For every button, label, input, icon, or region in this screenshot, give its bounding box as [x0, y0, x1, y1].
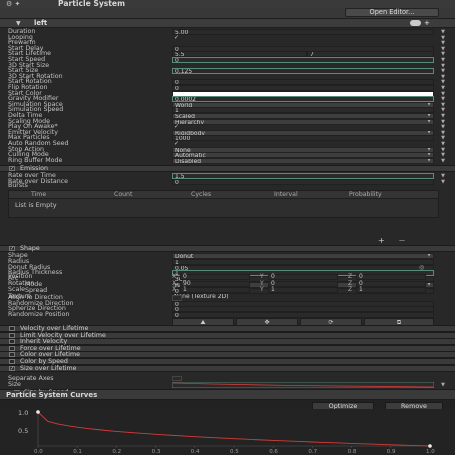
bursts-col-probability: Probability: [349, 191, 382, 198]
x-tick-label: 1.0: [426, 449, 435, 455]
y-tick-mid: 0.5: [18, 427, 28, 435]
scale-z-field[interactable]: 1: [356, 287, 426, 293]
module-size-over-lifetime[interactable]: ✓ Size over Lifetime: [0, 364, 455, 372]
row-rotation: Rotation X 90 Y 0 Z 0: [0, 280, 455, 287]
ring-buffer-mode-value: Disabled: [175, 157, 202, 164]
particle-system-name: left: [34, 19, 48, 27]
curve-key-end[interactable]: [428, 444, 432, 448]
inherit-velocity-checkbox[interactable]: [9, 339, 15, 345]
shape-module-header[interactable]: ✓ Shape: [0, 245, 455, 252]
x-tick-label: 0.7: [308, 449, 317, 455]
x-tick-label: 0.6: [269, 449, 278, 455]
curve-key-start[interactable]: [36, 410, 40, 414]
curve-mode-dropdown-icon[interactable]: ▼: [438, 158, 448, 164]
ring-buffer-mode-dropdown[interactable]: Disabled ▼: [172, 157, 434, 164]
ring-buffer-mode-label: Ring Buffer Mode: [8, 156, 63, 164]
x-axis-label: X: [172, 286, 177, 293]
bursts-col-time: Time: [31, 191, 47, 198]
rotation-y-field[interactable]: 0: [268, 280, 338, 287]
size-over-lifetime-checkbox[interactable]: ✓: [9, 365, 15, 371]
rotation-z-field[interactable]: 0: [356, 280, 426, 287]
bursts-col-count: Count: [114, 191, 133, 198]
x-tick-label: 0.3: [152, 449, 161, 455]
position-y-field[interactable]: 0: [268, 274, 338, 280]
scale-y-field[interactable]: 1: [268, 287, 338, 293]
chevron-down-icon: ▼: [427, 157, 431, 163]
bursts-col-interval: Interval: [274, 191, 298, 198]
texture-picker-icon[interactable]: ◎: [419, 264, 424, 271]
x-tick-label: 0.9: [387, 449, 396, 455]
color-by-speed-checkbox[interactable]: [9, 359, 15, 364]
chevron-down-icon: ▼: [427, 146, 431, 152]
color-over-lifetime-checkbox[interactable]: [9, 352, 15, 358]
y-tick-top: 1.0: [18, 409, 28, 417]
bursts-label: Bursts: [8, 182, 28, 189]
toggle-icon[interactable]: [410, 20, 421, 26]
row-scale: Scale X 1 Y 1 Z 1: [0, 286, 455, 293]
size-mode-dropdown-icon[interactable]: ▼: [438, 382, 448, 388]
add-icon[interactable]: +: [424, 19, 430, 27]
velocity-over-lifetime-checkbox[interactable]: [9, 326, 15, 331]
x-tick-label: 0.8: [348, 449, 357, 455]
particle-system-header[interactable]: ▼ left +: [0, 18, 455, 28]
curves-title-bar: Particle System Curves: [0, 391, 455, 400]
curves-title: Particle System Curves: [6, 391, 98, 399]
chevron-down-icon: ▼: [427, 152, 431, 158]
limit-velocity-over-lifetime-checkbox[interactable]: [9, 332, 15, 338]
size-over-lifetime-title: Size over Lifetime: [20, 364, 77, 372]
force-over-lifetime-checkbox[interactable]: [9, 345, 15, 351]
size-curve-preview[interactable]: [172, 382, 434, 388]
shape-enabled-checkbox[interactable]: ✓: [9, 246, 15, 252]
bursts-row: Bursts: [0, 182, 455, 189]
bursts-list: Time Count Cycles Interval Probability L…: [8, 190, 439, 218]
shape-title: Shape: [20, 245, 40, 252]
add-burst-button[interactable]: +: [378, 236, 385, 245]
position-z-field[interactable]: 0: [356, 274, 426, 280]
remove-burst-button[interactable]: —: [399, 237, 405, 244]
separate-axes-checkbox[interactable]: [172, 376, 182, 381]
row-position: Position X 0 Y 0 Z 0: [0, 273, 455, 280]
bursts-empty-text: List is Empty: [15, 201, 57, 209]
x-tick-label: 0.4: [191, 449, 200, 455]
component-title: Particle System: [58, 0, 125, 8]
chevron-down-icon: ▼: [427, 101, 431, 107]
rotation-x-field[interactable]: 90: [180, 280, 250, 287]
bursts-header: Time Count Cycles Interval Probability: [9, 191, 438, 199]
row-ring-buffer-mode: Ring Buffer Mode Disabled ▼ ▼: [0, 156, 455, 164]
emission-module-header[interactable]: ✓ Emission: [0, 165, 455, 172]
bursts-col-cycles: Cycles: [191, 191, 212, 198]
emission-enabled-checkbox[interactable]: ✓: [9, 166, 15, 172]
emission-title: Emission: [20, 165, 49, 172]
chevron-down-icon: ▼: [427, 253, 431, 258]
x-tick-label: 0.1: [73, 449, 82, 455]
chevron-down-icon: ▼: [427, 113, 431, 118]
curve-graph[interactable]: 1.0 0.5 0.0 0.1 0.2 0.3 0.4 0.5 0.6 0.7 0.8 0.9 1.0: [0, 409, 455, 455]
inspector-title-bar: ⚙ ✦ Particle System: [0, 0, 455, 8]
open-editor-button[interactable]: Open Editor...: [345, 8, 439, 17]
size-row: Size ▼: [0, 381, 455, 388]
particle-system-icon: ⚙ ✦: [6, 0, 21, 8]
randomize-position-label: Randomize Position: [8, 310, 70, 318]
size-label: Size: [8, 381, 21, 388]
foldout-arrow-icon[interactable]: ▼: [16, 20, 21, 27]
scale-x-field[interactable]: 1: [180, 287, 250, 293]
chevron-down-icon: ▼: [427, 118, 431, 124]
randomize-position-field[interactable]: 0: [172, 311, 434, 318]
z-axis-label: Z: [348, 286, 353, 293]
row-randomize-position: Randomize Position 0: [0, 310, 455, 318]
x-tick-label: 0.2: [112, 449, 121, 455]
chevron-down-icon: ▼: [427, 129, 431, 135]
scale-label: Scale: [8, 286, 25, 293]
x-tick-label: 0.0: [34, 449, 43, 455]
y-axis-label: Y: [260, 286, 264, 293]
x-tick-label: 0.5: [230, 449, 239, 455]
